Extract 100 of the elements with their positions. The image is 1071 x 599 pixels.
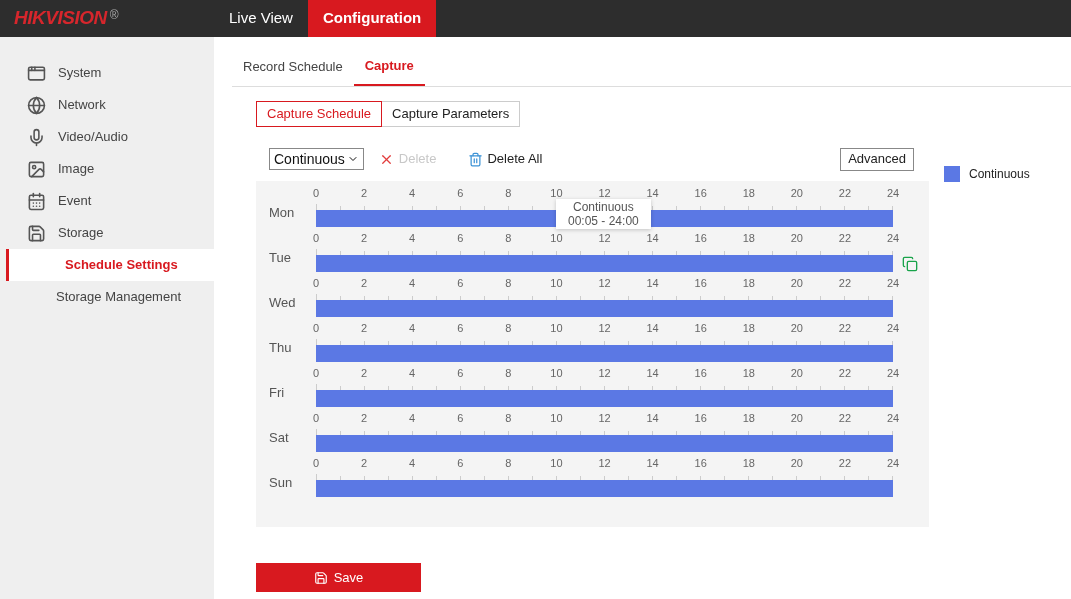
hour-label: 18 xyxy=(742,233,755,244)
day-label: Mon xyxy=(269,203,296,222)
hour-label: 2 xyxy=(361,458,368,469)
hour-label: 18 xyxy=(742,413,755,424)
hour-label: 4 xyxy=(409,368,416,379)
day-label: Sat xyxy=(269,428,290,447)
hour-label: 22 xyxy=(838,368,852,379)
hour-label: 12 xyxy=(598,458,611,469)
day-label: Thu xyxy=(269,338,293,357)
hour-label: 22 xyxy=(838,323,852,334)
hour-label: 24 xyxy=(886,233,900,244)
hour-label: 0 xyxy=(312,323,320,334)
hour-label: 20 xyxy=(790,233,803,244)
hour-label: 14 xyxy=(646,233,659,244)
hour-label: 0 xyxy=(312,413,320,424)
hour-label: 16 xyxy=(694,188,707,199)
hour-label: 8 xyxy=(505,413,512,424)
hour-label: 4 xyxy=(409,323,416,334)
hour-label: 2 xyxy=(361,413,368,424)
hour-label: 10 xyxy=(550,458,563,469)
hour-label: 0 xyxy=(312,188,320,199)
hour-label: 10 xyxy=(550,278,563,289)
hour-label: 24 xyxy=(886,323,900,334)
hour-label: 8 xyxy=(505,278,512,289)
hour-label: 2 xyxy=(361,368,368,379)
hour-label: 4 xyxy=(409,413,416,424)
hour-label: 24 xyxy=(886,368,900,379)
hour-label: 0 xyxy=(312,233,320,244)
hour-label: 8 xyxy=(505,323,512,334)
hour-label: 6 xyxy=(457,368,464,379)
logo: HIKVISION xyxy=(14,6,107,31)
hour-label: 16 xyxy=(694,233,707,244)
registered-mark: ® xyxy=(109,6,119,24)
day-label: Tue xyxy=(269,248,292,267)
hour-label: 20 xyxy=(790,323,803,334)
day-label: Fri xyxy=(269,383,286,402)
hour-label: 22 xyxy=(838,458,852,469)
hour-label: 14 xyxy=(646,458,659,469)
hour-label: 6 xyxy=(457,458,464,469)
hour-label: 10 xyxy=(550,413,563,424)
hour-label: 6 xyxy=(457,188,464,199)
hour-label: 0 xyxy=(312,278,320,289)
hour-label: 12 xyxy=(598,278,611,289)
hour-label: 18 xyxy=(742,188,755,199)
hour-label: 16 xyxy=(694,278,707,289)
hour-label: 8 xyxy=(505,368,512,379)
hour-label: 22 xyxy=(838,188,852,199)
hour-label: 12 xyxy=(598,188,611,199)
hour-label: 6 xyxy=(457,278,464,289)
hour-label: 20 xyxy=(790,278,803,289)
hour-label: 24 xyxy=(886,413,900,424)
hour-label: 2 xyxy=(361,188,368,199)
hour-label: 24 xyxy=(886,188,900,199)
hour-label: 0 xyxy=(312,368,320,379)
hour-label: 16 xyxy=(694,323,707,334)
hour-label: 18 xyxy=(742,323,755,334)
hour-label: 8 xyxy=(505,233,512,244)
hour-label: 20 xyxy=(790,368,803,379)
hour-label: 0 xyxy=(312,458,320,469)
day-label: Wed xyxy=(269,293,297,312)
hour-label: 4 xyxy=(409,278,416,289)
hour-label: 24 xyxy=(886,278,900,289)
hour-label: 18 xyxy=(742,368,755,379)
hour-label: 6 xyxy=(457,233,464,244)
hour-label: 14 xyxy=(646,323,659,334)
hour-label: 8 xyxy=(505,458,512,469)
hour-label: 4 xyxy=(409,233,416,244)
hour-label: 8 xyxy=(505,188,512,199)
hour-label: 12 xyxy=(598,413,611,424)
hour-label: 10 xyxy=(550,188,563,199)
hour-label: 20 xyxy=(790,458,803,469)
day-label: Sun xyxy=(269,473,294,492)
hour-label: 14 xyxy=(646,188,659,199)
hour-label: 6 xyxy=(457,413,464,424)
hour-label: 4 xyxy=(409,458,416,469)
tooltip-title: Continuous xyxy=(573,200,634,214)
hour-label: 22 xyxy=(838,233,852,244)
hour-label: 2 xyxy=(361,233,368,244)
hour-label: 6 xyxy=(457,323,464,334)
hour-label: 2 xyxy=(361,323,368,334)
hour-label: 2 xyxy=(361,278,368,289)
hour-label: 4 xyxy=(409,188,416,199)
hour-label: 12 xyxy=(598,323,611,334)
hour-label: 16 xyxy=(694,368,707,379)
hour-label: 24 xyxy=(886,458,900,469)
hour-label: 20 xyxy=(790,188,803,199)
hour-label: 14 xyxy=(646,278,659,289)
hour-label: 10 xyxy=(550,368,563,379)
hour-label: 14 xyxy=(646,413,659,424)
hour-label: 10 xyxy=(550,323,563,334)
hour-label: 22 xyxy=(838,278,852,289)
legend-label: Continuous xyxy=(969,166,1030,183)
hour-label: 16 xyxy=(694,413,707,424)
hour-label: 18 xyxy=(742,458,755,469)
hour-label: 16 xyxy=(694,458,707,469)
hour-label: 22 xyxy=(838,413,852,424)
tooltip-time-range: 00:05 - 24:00 xyxy=(568,214,639,228)
hour-label: 12 xyxy=(598,368,611,379)
hour-label: 10 xyxy=(550,233,563,244)
hour-label: 18 xyxy=(742,278,755,289)
